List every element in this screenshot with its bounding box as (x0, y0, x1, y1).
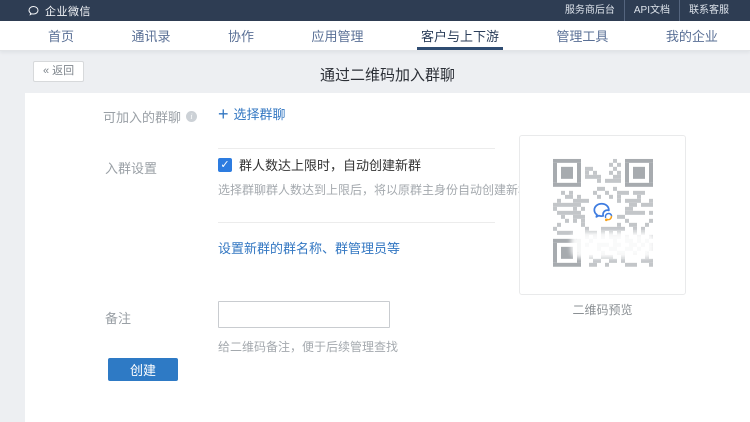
app-logo: 企业微信 (27, 3, 91, 19)
main-nav: 首页 通讯录 协作 应用管理 客户与上下游 管理工具 我的企业 (0, 21, 750, 51)
page-header: « 返回 通过二维码加入群聊 (0, 51, 750, 93)
auto-create-hint: 选择群聊群人数达到上限后，将以原群主身份自动创建新群 (218, 181, 530, 198)
auto-create-label: 群人数达上限时，自动创建新群 (239, 155, 421, 174)
wecom-logo-icon (591, 201, 615, 224)
auto-create-group-option[interactable]: 群人数达上限时，自动创建新群 (218, 155, 421, 174)
remark-hint: 给二维码备注，便于后续管理查找 (218, 338, 398, 355)
nav-item[interactable]: 我的企业 (658, 21, 726, 50)
page-title: 通过二维码加入群聊 (25, 64, 750, 85)
topbar-link[interactable]: 服务商后台 (556, 0, 624, 21)
join-settings-label: 入群设置 (105, 158, 157, 177)
new-group-config-link[interactable]: 设置新群的群名称、群管理员等 (218, 238, 400, 257)
divider (218, 222, 495, 223)
brand-name: 企业微信 (45, 3, 91, 19)
content-card: 可加入的群聊 选择群聊 入群设置 群人数达上限时，自动创建新群 选择群聊群人数达… (25, 93, 750, 422)
chat-bubble-logo-icon (27, 5, 40, 17)
topbar-links: 服务商后台API文档联系客服 (556, 0, 738, 21)
plus-icon (218, 106, 229, 122)
nav-item[interactable]: 首页 (40, 21, 82, 50)
qr-preview-caption: 二维码预览 (519, 301, 686, 318)
nav-item[interactable]: 应用管理 (303, 21, 371, 50)
topbar: 企业微信 服务商后台API文档联系客服 (0, 0, 750, 21)
create-button[interactable]: 创建 (108, 358, 178, 381)
joinable-group-label: 可加入的群聊 (103, 107, 197, 126)
topbar-link[interactable]: API文档 (624, 0, 679, 21)
topbar-link[interactable]: 联系客服 (679, 0, 738, 21)
remark-input[interactable] (218, 301, 390, 328)
select-group-label: 选择群聊 (234, 104, 286, 123)
nav-item[interactable]: 客户与上下游 (413, 21, 507, 50)
info-icon[interactable] (186, 111, 197, 122)
nav-item[interactable]: 通讯录 (123, 21, 178, 50)
nav-item[interactable]: 协作 (220, 21, 262, 50)
divider (218, 148, 495, 149)
remark-label: 备注 (105, 308, 131, 327)
qr-preview-panel (519, 135, 686, 295)
auto-create-checkbox[interactable] (218, 158, 232, 172)
select-group-link[interactable]: 选择群聊 (218, 104, 286, 123)
nav-item[interactable]: 管理工具 (548, 21, 616, 50)
qr-blur-mask (576, 237, 650, 253)
